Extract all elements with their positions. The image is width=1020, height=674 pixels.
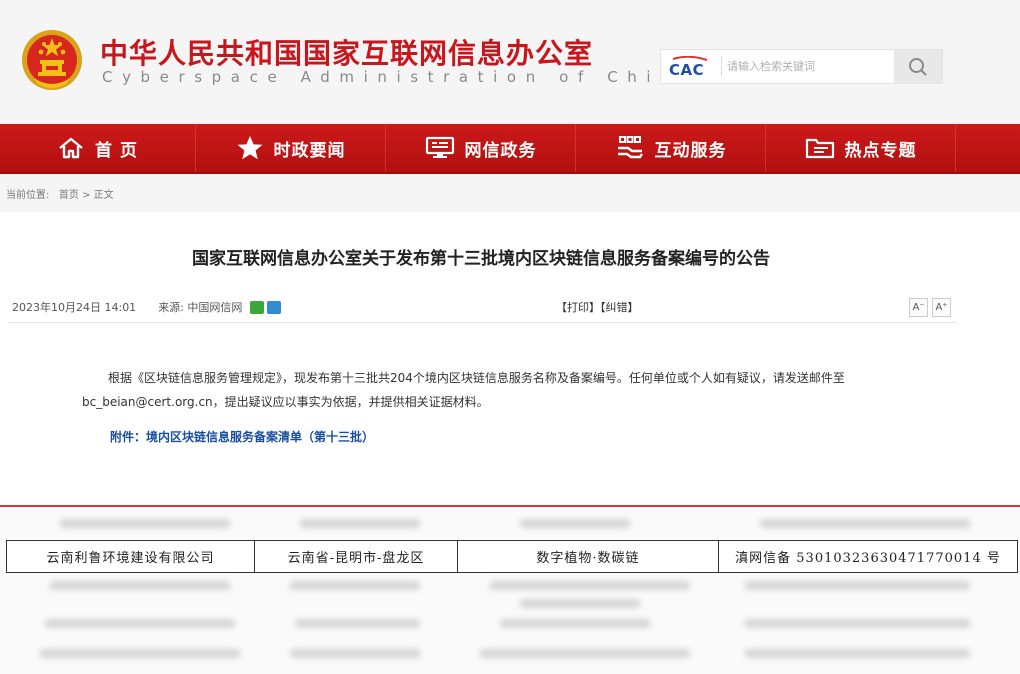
search-input[interactable]: [723, 50, 895, 83]
folder-icon: [805, 138, 834, 159]
source-label: 来源:: [158, 301, 184, 314]
nav-item-home[interactable]: 首 页: [0, 124, 195, 172]
home-icon: [59, 137, 83, 159]
table-row: 云南利鲁环境建设有限公司 云南省-昆明市-盘龙区 数字植物·数碳链 滇网信备 5…: [6, 540, 1018, 573]
breadcrumb-separator: >: [82, 190, 91, 201]
monitor-icon: [425, 136, 454, 158]
attachment-link[interactable]: 附件：境内区块链信息服务备案清单（第十三批）: [110, 428, 374, 445]
table-cell-company: 云南利鲁环境建设有限公司: [7, 541, 255, 572]
nav-item-interaction[interactable]: 互动服务: [576, 124, 765, 172]
article-body: 根据《区块链信息服务管理规定》，现发布第十三批共204个境内区块链信息服务名称及…: [82, 371, 845, 409]
nav-divider: [955, 124, 956, 172]
site-subtitle: Cyberspace Administration of China: [102, 68, 699, 86]
font-size-controls: A⁻ A⁺: [909, 298, 951, 317]
breadcrumb-prefix: 当前位置:: [6, 190, 50, 201]
nav-item-label: 互动服务: [654, 140, 727, 161]
search-divider: [721, 56, 722, 77]
article-actions: 【打印】【纠错】: [556, 299, 639, 315]
source-name: 中国网信网: [187, 301, 243, 314]
search-button[interactable]: [894, 50, 942, 83]
wechat-share-icon[interactable]: [250, 300, 265, 314]
share-icon[interactable]: [267, 300, 282, 314]
star-icon: [237, 136, 262, 160]
table-cell-record: 滇网信备 53010323630471770014 号: [735, 551, 1001, 566]
site-header: 中华人民共和国国家互联网信息办公室 Cyberspace Administrat…: [0, 0, 1020, 124]
site-title: 中华人民共和国国家互联网信息办公室: [100, 37, 594, 70]
handshake-icon: [617, 136, 643, 159]
meta-divider: [8, 322, 956, 323]
nav-item-government[interactable]: 网信政务: [386, 124, 575, 172]
nav-item-topics[interactable]: 热点专题: [766, 124, 955, 172]
nav-item-label: 网信政务: [464, 140, 537, 161]
search-icon: [909, 57, 927, 76]
breadcrumb-home-link[interactable]: 首页: [59, 190, 79, 201]
nav-item-label: 热点专题: [844, 140, 917, 161]
publish-date: 2023年10月24日 14:01: [12, 301, 137, 314]
blurred-table-rows: [0, 507, 1020, 674]
font-increase-button[interactable]: A⁺: [932, 298, 951, 317]
nav-item-label: 首 页: [95, 140, 138, 161]
search-box: CAC: [660, 49, 943, 84]
national-emblem-icon: [22, 30, 82, 90]
correction-link[interactable]: 【纠错】: [600, 301, 639, 314]
article-meta: 2023年10月24日 14:01 来源: 中国网信网: [12, 299, 282, 315]
font-decrease-button[interactable]: A⁻: [909, 298, 928, 317]
article-title: 国家互联网信息办公室关于发布第十三批境内区块链信息服务备案编号的公告: [192, 249, 770, 269]
table-cell-region: 云南省-昆明市-盘龙区: [255, 541, 458, 572]
main-nav: 首 页 时政要闻 网信政务 互动服务 热点专题: [0, 124, 1020, 174]
breadcrumb-bar: [0, 174, 1020, 212]
breadcrumb: 当前位置: 首页 > 正文: [6, 186, 114, 201]
table-cell-service: 数字植物·数碳链: [458, 541, 719, 572]
print-link[interactable]: 【打印】: [556, 301, 600, 314]
svg-text:CAC: CAC: [669, 61, 704, 78]
breadcrumb-current: 正文: [93, 190, 114, 201]
nav-item-politics[interactable]: 时政要闻: [196, 124, 385, 172]
nav-item-label: 时政要闻: [273, 140, 346, 161]
cac-logo-icon: CAC: [669, 56, 708, 78]
